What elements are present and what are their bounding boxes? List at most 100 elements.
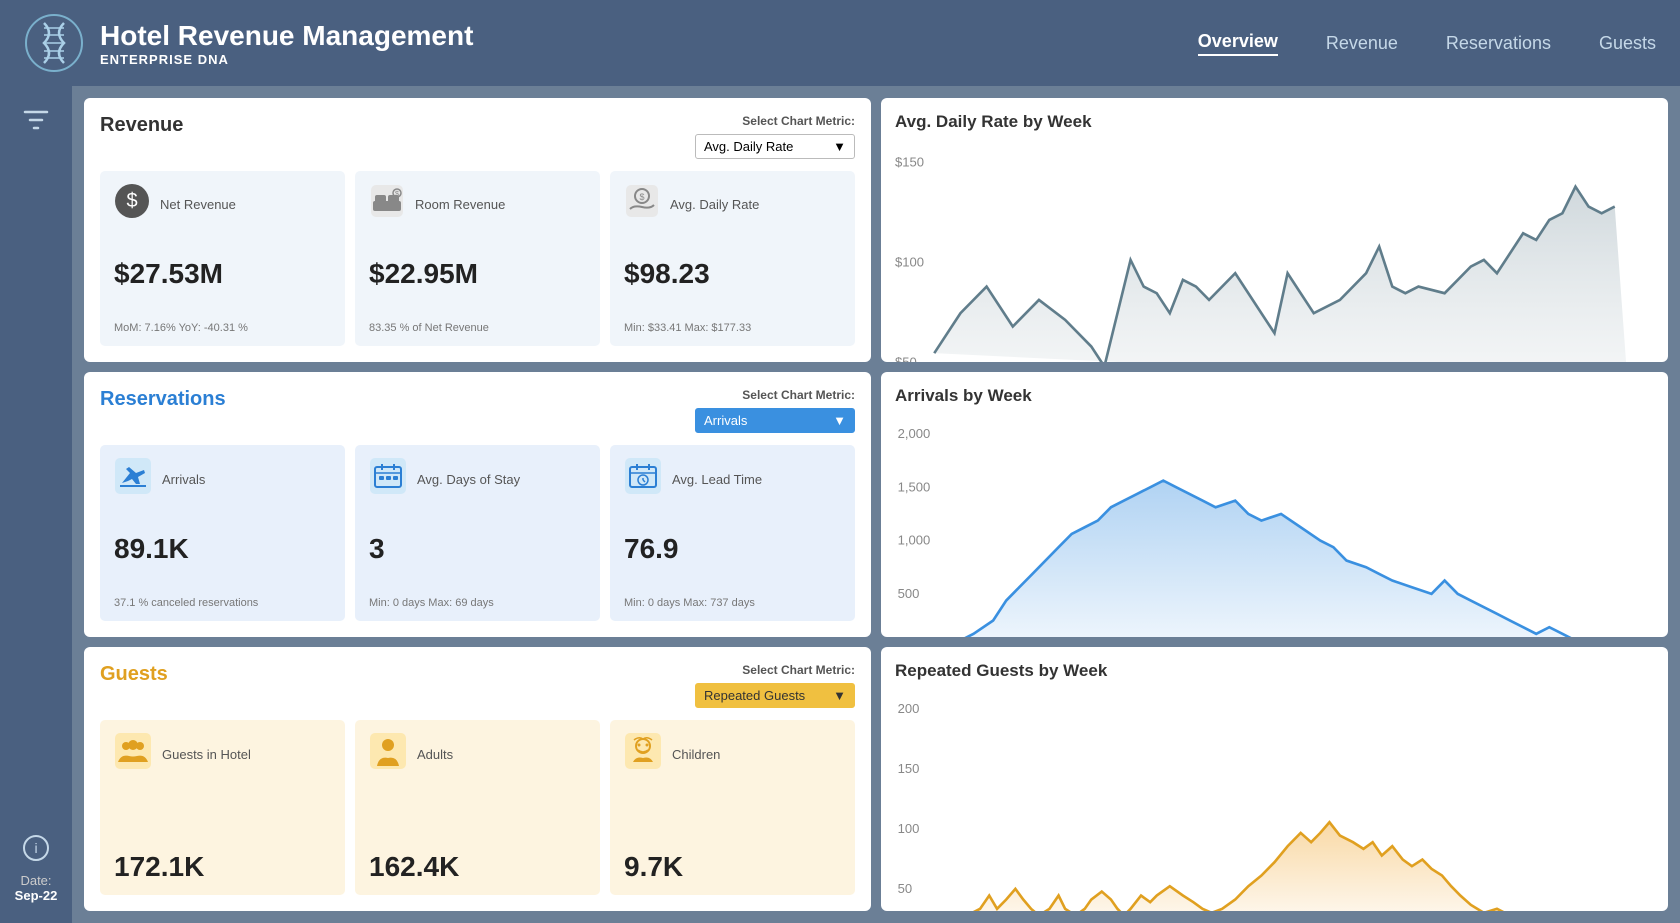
guests-hotel-label: Guests in Hotel [162, 747, 251, 762]
content-grid: Revenue Select Chart Metric: Avg. Daily … [72, 86, 1680, 923]
nav-guests[interactable]: Guests [1599, 33, 1656, 54]
arrivals-chart-panel: Arrivals by Week 2,000 1,500 1,000 500 0 [881, 372, 1668, 636]
revenue-select-label: Select Chart Metric: [742, 114, 855, 128]
svg-text:2,000: 2,000 [898, 426, 931, 441]
guests-hotel-top: Guests in Hotel [114, 732, 331, 777]
repeated-guests-chart-area: 200 150 100 50 0 Jul 2018 Jan 2019 Jul 2… [895, 689, 1654, 911]
avg-lead-time-sub: Min: 0 days Max: 737 days [624, 597, 841, 609]
child-icon [624, 732, 662, 777]
svg-text:$100: $100 [895, 254, 924, 269]
nav-overview[interactable]: Overview [1198, 31, 1278, 56]
svg-text:$: $ [126, 190, 137, 212]
arrivals-sub: 37.1 % canceled reservations [114, 597, 331, 609]
calendar-days-icon [369, 457, 407, 502]
net-revenue-value: $27.53M [114, 258, 331, 290]
revenue-metric-selector: Select Chart Metric: Avg. Daily Rate ▼ [695, 114, 855, 159]
svg-text:$: $ [395, 191, 399, 198]
hand-coin-icon: $ [624, 183, 660, 226]
adults-top: Adults [369, 732, 586, 777]
avg-daily-rate-value: $98.23 [624, 258, 841, 290]
reservations-dropdown-value: Arrivals [704, 413, 747, 428]
revenue-panel: Revenue Select Chart Metric: Avg. Daily … [84, 98, 871, 362]
guests-header: Guests Select Chart Metric: Repeated Gue… [100, 663, 855, 708]
plane-icon [114, 457, 152, 502]
app-subtitle: ENTERPRISE DNA [100, 52, 1198, 67]
guests-hotel-value: 172.1K [114, 851, 331, 883]
avg-days-top: Avg. Days of Stay [369, 457, 586, 502]
reservations-dropdown[interactable]: Arrivals ▼ [695, 408, 855, 433]
svg-text:50: 50 [898, 880, 913, 895]
guests-metric-selector: Select Chart Metric: Repeated Guests ▼ [695, 663, 855, 708]
avg-days-card: Avg. Days of Stay 3 Min: 0 days Max: 69 … [355, 445, 600, 620]
svg-text:500: 500 [898, 586, 920, 601]
avg-lead-time-label: Avg. Lead Time [672, 472, 762, 487]
reservations-header: Reservations Select Chart Metric: Arriva… [100, 388, 855, 433]
avg-days-sub: Min: 0 days Max: 69 days [369, 597, 586, 609]
svg-text:i: i [34, 840, 37, 856]
main-nav: Overview Revenue Reservations Guests [1198, 31, 1656, 56]
svg-text:1,500: 1,500 [898, 479, 931, 494]
revenue-dropdown[interactable]: Avg. Daily Rate ▼ [695, 134, 855, 159]
app-title: Hotel Revenue Management [100, 20, 1198, 52]
calendar-clock-icon [624, 457, 662, 502]
svg-text:200: 200 [898, 701, 920, 716]
brand-name: ENTERPRISE [100, 52, 193, 67]
guests-dropdown[interactable]: Repeated Guests ▼ [695, 683, 855, 708]
reservations-select-label: Select Chart Metric: [742, 388, 855, 402]
nav-reservations[interactable]: Reservations [1446, 33, 1551, 54]
arrivals-value: 89.1K [114, 533, 331, 565]
room-revenue-top: $ Room Revenue [369, 183, 586, 226]
guests-panel: Guests Select Chart Metric: Repeated Gue… [84, 647, 871, 911]
net-revenue-top: $ Net Revenue [114, 183, 331, 226]
arrivals-top: Arrivals [114, 457, 331, 502]
avg-lead-time-top: Avg. Lead Time [624, 457, 841, 502]
arrivals-svg: 2,000 1,500 1,000 500 0 Jul 2018 Jan 201… [895, 414, 1654, 636]
revenue-header: Revenue Select Chart Metric: Avg. Daily … [100, 114, 855, 159]
guests-select-label: Select Chart Metric: [742, 663, 855, 677]
svg-text:1,000: 1,000 [898, 533, 931, 548]
arrivals-chart-title: Arrivals by Week [895, 386, 1654, 406]
filter-icon[interactable] [22, 106, 50, 140]
guests-dropdown-value: Repeated Guests [704, 688, 805, 703]
avg-daily-rate-sub: Min: $33.41 Max: $177.33 [624, 322, 841, 334]
svg-text:100: 100 [898, 820, 920, 835]
main-layout: i Date: Sep-22 Revenue Select Chart Metr… [0, 86, 1680, 923]
repeated-guests-svg: 200 150 100 50 0 Jul 2018 Jan 2019 Jul 2… [895, 689, 1654, 911]
arrivals-label: Arrivals [162, 472, 205, 487]
logo-icon [24, 13, 84, 73]
repeated-guests-chart-panel: Repeated Guests by Week 200 150 100 50 0 [881, 647, 1668, 911]
person-icon [369, 732, 407, 777]
reservations-panel: Reservations Select Chart Metric: Arriva… [84, 372, 871, 636]
avg-lead-time-card: Avg. Lead Time 76.9 Min: 0 days Max: 737… [610, 445, 855, 620]
svg-text:$: $ [639, 192, 644, 202]
avg-days-label: Avg. Days of Stay [417, 472, 520, 487]
avg-daily-rate-svg: $150 $100 $50 Jul 2018 [895, 140, 1654, 362]
svg-text:$150: $150 [895, 155, 924, 170]
adults-card: Adults 162.4K [355, 720, 600, 895]
group-icon [114, 732, 152, 777]
adults-label: Adults [417, 747, 453, 762]
date-value: Sep-22 [15, 888, 58, 903]
chevron-down-icon: ▼ [833, 139, 846, 154]
net-revenue-card: $ Net Revenue $27.53M MoM: 7.16% YoY: -4… [100, 171, 345, 346]
title-block: Hotel Revenue Management ENTERPRISE DNA [100, 20, 1198, 67]
children-card: Children 9.7K [610, 720, 855, 895]
arrivals-card: Arrivals 89.1K 37.1 % canceled reservati… [100, 445, 345, 620]
children-top: Children [624, 732, 841, 777]
svg-text:$50: $50 [895, 354, 917, 362]
header: Hotel Revenue Management ENTERPRISE DNA … [0, 0, 1680, 86]
reservations-title: Reservations [100, 388, 226, 411]
svg-text:150: 150 [898, 760, 920, 775]
dollar-icon: $ [114, 183, 150, 226]
revenue-kpi-row: $ Net Revenue $27.53M MoM: 7.16% YoY: -4… [100, 171, 855, 346]
guests-title: Guests [100, 663, 168, 686]
nav-revenue[interactable]: Revenue [1326, 33, 1398, 54]
sidebar: i Date: Sep-22 [0, 86, 72, 923]
guests-hotel-card: Guests in Hotel 172.1K [100, 720, 345, 895]
room-revenue-card: $ Room Revenue $22.95M 83.35 % of Net Re… [355, 171, 600, 346]
room-revenue-sub: 83.35 % of Net Revenue [369, 322, 586, 334]
chevron-down-icon-orange: ▼ [833, 688, 846, 703]
room-revenue-label: Room Revenue [415, 197, 505, 212]
reservations-kpi-row: Arrivals 89.1K 37.1 % canceled reservati… [100, 445, 855, 620]
reservations-metric-selector: Select Chart Metric: Arrivals ▼ [695, 388, 855, 433]
